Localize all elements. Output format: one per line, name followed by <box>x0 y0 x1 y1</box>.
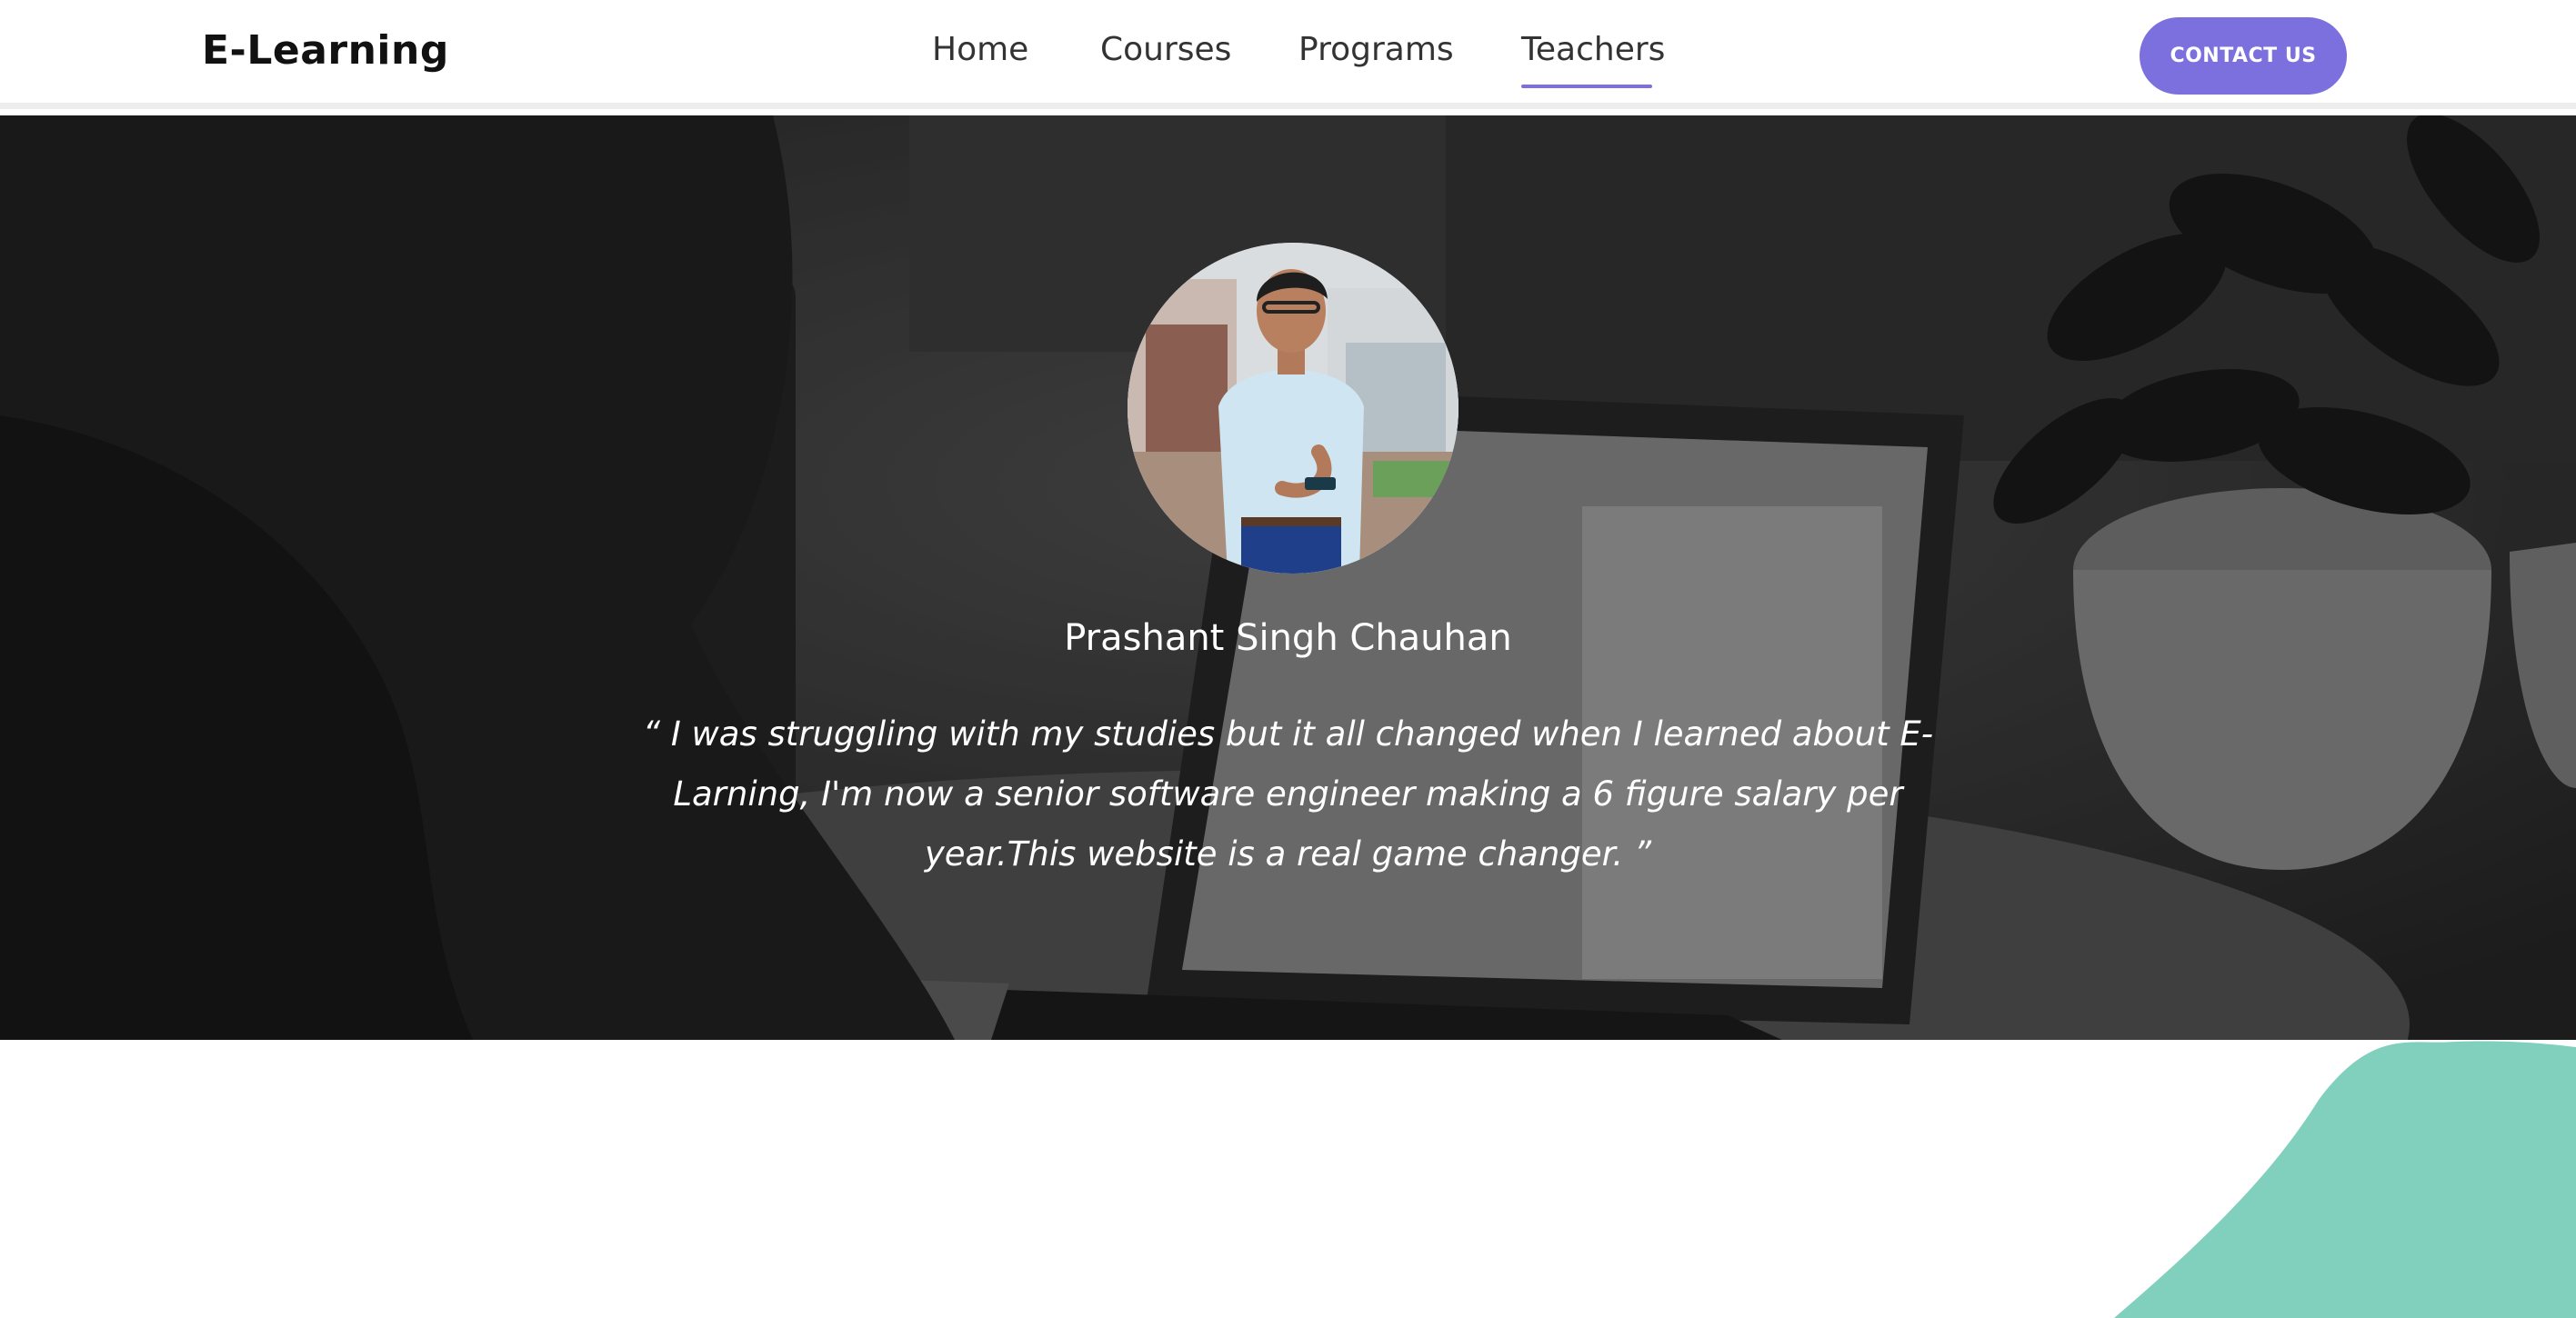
nav-link-courses[interactable]: Courses <box>1100 31 1231 68</box>
top-navbar: E-Learning Home Courses Programs Teacher… <box>0 0 2576 109</box>
testimonial-section: Prashant Singh Chauhan “ I was strugglin… <box>0 115 2576 1040</box>
person-photo <box>1128 243 1458 574</box>
contact-us-button[interactable]: CONTACT US <box>2140 17 2347 95</box>
nav-link-teachers[interactable]: Teachers <box>1521 31 1665 68</box>
nav-link-programs[interactable]: Programs <box>1298 31 1454 68</box>
brand-logo[interactable]: E-Learning <box>202 27 449 74</box>
testimonial-avatar <box>1128 243 1458 574</box>
testimonial-quote: “ I was struggling with my studies but i… <box>642 714 1934 874</box>
active-nav-indicator <box>1521 85 1652 88</box>
nav-link-home[interactable]: Home <box>932 31 1028 68</box>
testimonial-author-name: Prashant Singh Chauhan <box>1064 617 1512 659</box>
